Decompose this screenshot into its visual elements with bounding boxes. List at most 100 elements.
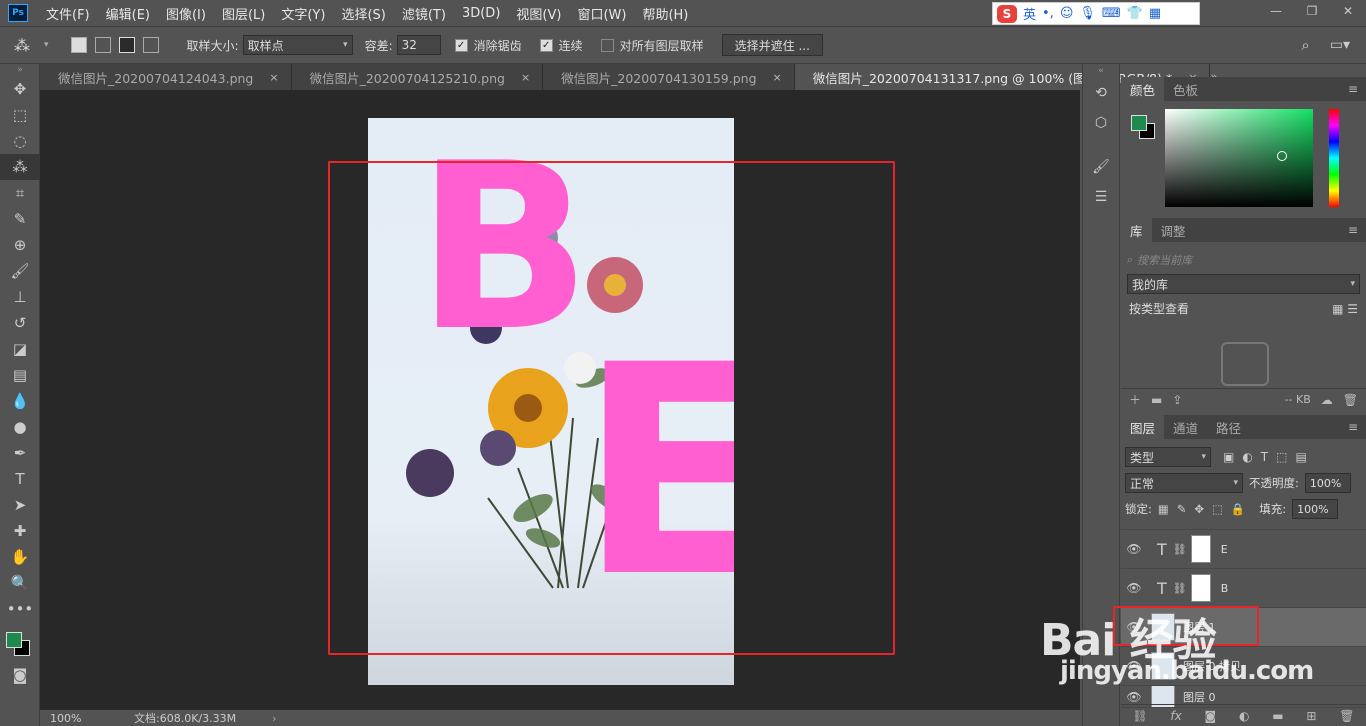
- menu-help[interactable]: 帮助(H): [634, 4, 696, 23]
- marquee-tool-icon[interactable]: ⬚: [0, 102, 40, 128]
- eye-icon[interactable]: 👁: [1121, 581, 1147, 595]
- trash-icon[interactable]: 🗑: [1339, 709, 1354, 723]
- zoom-tool-icon[interactable]: 🔍: [0, 570, 40, 596]
- eye-icon[interactable]: 👁: [1121, 690, 1147, 704]
- sample-size-select[interactable]: 取样点 ▾: [242, 35, 353, 55]
- tab-swatches[interactable]: 色板: [1164, 77, 1207, 101]
- history-brush-icon[interactable]: ↺: [0, 310, 40, 336]
- microphone-icon[interactable]: 🎙: [1079, 6, 1096, 21]
- grid-icon[interactable]: ▦: [1149, 6, 1161, 21]
- history-icon[interactable]: ⟲: [1083, 78, 1119, 108]
- skin-icon[interactable]: 👕: [1127, 6, 1143, 21]
- canvas-area[interactable]: B E: [40, 90, 1080, 710]
- shape-tool-icon[interactable]: ✚: [0, 518, 40, 544]
- menu-icon[interactable]: ≡: [1340, 77, 1366, 101]
- subtract-selection-icon[interactable]: [118, 37, 135, 53]
- trash-icon[interactable]: 🗑: [1343, 393, 1358, 407]
- lasso-tool-icon[interactable]: ◌: [0, 128, 40, 154]
- zoom-level[interactable]: 100%: [50, 712, 120, 725]
- move-tool-icon[interactable]: ✥: [0, 76, 40, 102]
- layer-row-b[interactable]: 👁 T ⛓ B: [1121, 569, 1366, 608]
- layer-filter-select[interactable]: 类型 ▾: [1125, 447, 1211, 467]
- foreground-color-swatch[interactable]: [1131, 115, 1147, 131]
- adjustments-icon[interactable]: ☰: [1083, 182, 1119, 212]
- group-icon[interactable]: ▬: [1272, 709, 1283, 723]
- layer-mask-thumbnail[interactable]: [1190, 574, 1211, 602]
- add-icon[interactable]: ＋: [1129, 391, 1141, 408]
- hand-tool-icon[interactable]: ✋: [0, 544, 40, 570]
- layer-filter-icons[interactable]: ▣◐T⬚▤: [1223, 450, 1315, 464]
- opacity-input[interactable]: 100%: [1304, 473, 1351, 493]
- tab-layers[interactable]: 图层: [1121, 415, 1165, 439]
- foreground-color-swatch[interactable]: [6, 632, 22, 648]
- minimize-icon[interactable]: —: [1258, 0, 1294, 22]
- add-selection-icon[interactable]: [94, 37, 111, 53]
- sample-all-layers-checkbox[interactable]: [600, 38, 614, 52]
- library-select[interactable]: 我的库 ▾: [1127, 274, 1360, 294]
- color-picker-cursor[interactable]: [1277, 151, 1287, 161]
- eraser-tool-icon[interactable]: ◪: [0, 336, 40, 362]
- tab-adjustments[interactable]: 调整: [1152, 218, 1195, 242]
- blur-tool-icon[interactable]: 💧: [0, 388, 40, 414]
- close-icon[interactable]: ✕: [1330, 0, 1366, 22]
- menu-view[interactable]: 视图(V): [508, 4, 569, 23]
- tab-document-2[interactable]: 微信图片_20200704125210.png ×: [292, 64, 544, 90]
- new-selection-icon[interactable]: [70, 37, 87, 53]
- eyedropper-tool-icon[interactable]: ✎: [0, 206, 40, 232]
- menu-layer[interactable]: 图层(L): [214, 4, 273, 23]
- brush-settings-icon[interactable]: 🖌: [1083, 152, 1119, 182]
- view-by-type[interactable]: 按类型查看: [1129, 300, 1189, 317]
- link-icon[interactable]: ⛓: [1173, 582, 1187, 595]
- ime-mode[interactable]: 英: [1023, 4, 1036, 23]
- intersect-selection-icon[interactable]: [142, 37, 159, 53]
- lock-icons[interactable]: ▦✎✥⬚🔒: [1158, 502, 1253, 516]
- tab-channels[interactable]: 通道: [1164, 415, 1207, 439]
- cloud-icon[interactable]: ☁: [1321, 393, 1333, 407]
- menu-image[interactable]: 图像(I): [158, 4, 214, 23]
- hue-slider[interactable]: [1329, 109, 1339, 207]
- chevron-right-icon[interactable]: ›: [272, 712, 276, 725]
- close-icon[interactable]: ×: [521, 71, 530, 84]
- menu-edit[interactable]: 编辑(E): [98, 4, 158, 23]
- link-icon[interactable]: ⛓: [1173, 543, 1187, 556]
- tab-color[interactable]: 颜色: [1121, 77, 1165, 101]
- select-and-mask-button[interactable]: 选择并遮住 ...: [721, 34, 823, 56]
- search-icon[interactable]: ⌕: [1301, 36, 1309, 54]
- color-picker-field[interactable]: [1165, 109, 1313, 207]
- 3d-icon[interactable]: ⬡: [1083, 108, 1119, 138]
- crop-tool-icon[interactable]: ⌗: [0, 180, 40, 206]
- menu-icon[interactable]: ≡: [1340, 415, 1366, 439]
- mask-icon[interactable]: ◙: [1205, 709, 1217, 723]
- tab-paths[interactable]: 路径: [1207, 415, 1250, 439]
- magic-wand-icon[interactable]: ⁂: [14, 36, 44, 55]
- tolerance-input[interactable]: 32: [396, 35, 441, 55]
- menu-window[interactable]: 窗口(W): [569, 4, 634, 23]
- new-layer-icon[interactable]: ⊞: [1306, 709, 1316, 723]
- menu-file[interactable]: 文件(F): [38, 4, 98, 23]
- gradient-tool-icon[interactable]: ▤: [0, 362, 40, 388]
- contiguous-checkbox[interactable]: ✓: [539, 38, 553, 52]
- layer-row-e[interactable]: 👁 T ⛓ E: [1121, 530, 1366, 569]
- magic-wand-tool-icon[interactable]: ⁂: [0, 154, 40, 180]
- dodge-tool-icon[interactable]: ●: [0, 414, 40, 440]
- keyboard-icon[interactable]: ⌨: [1102, 6, 1121, 21]
- menu-filter[interactable]: 滤镜(T): [394, 4, 454, 23]
- layer-mask-thumbnail[interactable]: [1190, 535, 1211, 563]
- eye-icon[interactable]: 👁: [1121, 542, 1147, 556]
- emoji-icon[interactable]: ☺: [1060, 6, 1074, 21]
- ime-punctuation[interactable]: •,: [1042, 6, 1054, 21]
- color-swatches[interactable]: [0, 622, 39, 662]
- menu-icon[interactable]: ≡: [1340, 218, 1366, 242]
- menu-type[interactable]: 文字(Y): [273, 4, 333, 23]
- tab-document-3[interactable]: 微信图片_20200704130159.png ×: [543, 64, 795, 90]
- fill-input[interactable]: 100%: [1292, 499, 1339, 519]
- upload-icon[interactable]: ⇪: [1172, 393, 1182, 407]
- fx-icon[interactable]: fx: [1170, 709, 1181, 723]
- antialias-checkbox[interactable]: ✓: [454, 38, 468, 52]
- tab-document-1[interactable]: 微信图片_20200704124043.png ×: [40, 64, 292, 90]
- collapse-icon[interactable]: »: [0, 64, 40, 76]
- healing-tool-icon[interactable]: ⊕: [0, 232, 40, 258]
- brush-tool-icon[interactable]: 🖌: [0, 258, 40, 284]
- close-icon[interactable]: ×: [269, 71, 278, 84]
- restore-icon[interactable]: ❐: [1294, 0, 1330, 22]
